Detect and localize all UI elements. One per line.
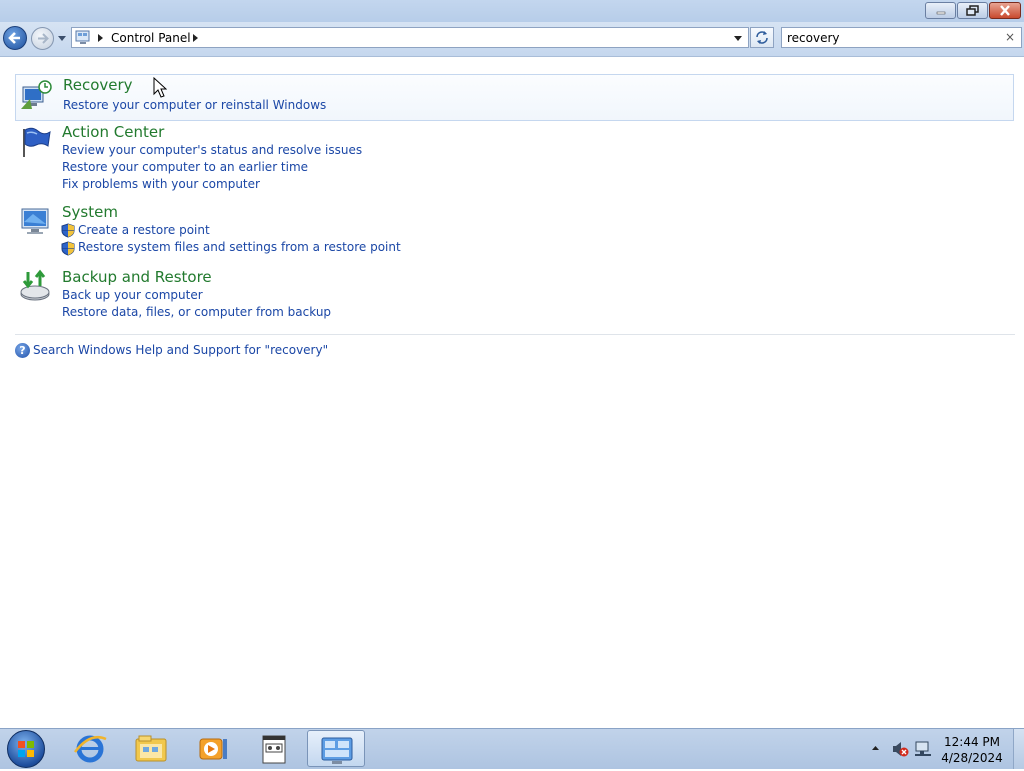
restore-icon (958, 3, 987, 18)
clock-time: 12:44 PM (944, 735, 1000, 749)
result-link[interactable]: Fix problems with your computer (62, 177, 260, 191)
taskbar-internet-explorer[interactable] (61, 730, 119, 767)
address-dropdown-icon[interactable] (734, 36, 742, 41)
title-bar (0, 0, 1024, 22)
address-bar[interactable]: Control Panel (71, 27, 749, 48)
minimize-icon (926, 3, 955, 18)
notification-area: 12:44 PM 4/28/2024 (866, 729, 1024, 769)
breadcrumb-chevron-icon[interactable] (98, 34, 103, 42)
help-search-label[interactable]: Search Windows Help and Support for "rec… (33, 343, 328, 357)
network-icon[interactable] (914, 740, 932, 758)
result-link[interactable]: Create a restore point (78, 223, 210, 237)
search-input[interactable] (787, 30, 997, 45)
result-link[interactable]: Restore your computer or reinstall Windo… (63, 98, 326, 112)
back-arrow-icon (8, 32, 20, 44)
mouse-pointer-icon (153, 77, 167, 98)
refresh-button[interactable] (750, 27, 774, 48)
close-button[interactable] (989, 2, 1021, 19)
windows-explorer-icon (135, 735, 167, 762)
system-computer-icon (21, 208, 49, 234)
taskbar-windows-explorer[interactable] (122, 730, 180, 767)
search-results-pane: Recovery Restore your computer or reinst… (0, 57, 1024, 728)
minimize-button[interactable] (925, 2, 956, 19)
control-panel-icon (321, 737, 353, 764)
result-title[interactable]: Backup and Restore (62, 268, 212, 286)
result-action-center: Action Center Review your computer's sta… (15, 123, 1014, 193)
result-link[interactable]: Restore system files and settings from a… (78, 240, 401, 254)
start-button[interactable] (7, 730, 45, 768)
recovery-icon (21, 80, 52, 109)
show-desktop-button[interactable] (1013, 729, 1024, 769)
show-hidden-icons-chevron-icon[interactable] (871, 744, 880, 752)
close-icon (990, 3, 1020, 18)
volume-muted-icon[interactable] (891, 740, 909, 758)
system-clock[interactable]: 12:44 PM 4/28/2024 (940, 734, 1004, 766)
taskbar-control-panel[interactable] (307, 730, 365, 767)
taskbar: 12:44 PM 4/28/2024 (0, 728, 1024, 769)
result-link[interactable]: Back up your computer (62, 288, 203, 302)
result-link[interactable]: Restore data, files, or computer from ba… (62, 305, 331, 319)
help-question-icon: ? (15, 343, 30, 358)
result-title[interactable]: Recovery (63, 76, 133, 94)
notepad-window-icon (262, 735, 286, 764)
restore-button[interactable] (957, 2, 988, 19)
backup-restore-icon (20, 269, 50, 301)
divider (15, 334, 1015, 335)
control-panel-address-icon (75, 30, 90, 44)
windows-logo-icon (18, 741, 34, 757)
clock-date: 4/28/2024 (941, 751, 1003, 765)
result-backup-and-restore: Backup and Restore Back up your computer… (15, 268, 1014, 324)
result-title[interactable]: Action Center (62, 123, 164, 141)
breadcrumb-chevron-icon[interactable] (193, 34, 198, 42)
internet-explorer-icon (74, 735, 107, 763)
taskbar-notepad-window[interactable] (245, 730, 303, 767)
search-box[interactable]: × (781, 27, 1022, 48)
result-title[interactable]: System (62, 203, 118, 221)
forward-button[interactable] (31, 27, 54, 50)
result-link[interactable]: Review your computer's status and resolv… (62, 143, 362, 157)
action-center-flag-icon (23, 127, 51, 157)
media-player-icon (199, 738, 227, 760)
refresh-icon (756, 31, 768, 44)
taskbar-media-player[interactable] (183, 730, 241, 767)
back-button[interactable] (3, 26, 27, 50)
uac-shield-icon (61, 223, 75, 238)
breadcrumb-control-panel[interactable]: Control Panel (111, 31, 191, 45)
result-system: System Create a restore point Restore sy… (15, 203, 1014, 259)
uac-shield-icon (61, 241, 75, 256)
result-link[interactable]: Restore your computer to an earlier time (62, 160, 308, 174)
forward-arrow-icon (38, 33, 49, 44)
clear-search-icon[interactable]: × (1005, 30, 1015, 44)
recent-pages-dropdown[interactable] (58, 36, 66, 41)
